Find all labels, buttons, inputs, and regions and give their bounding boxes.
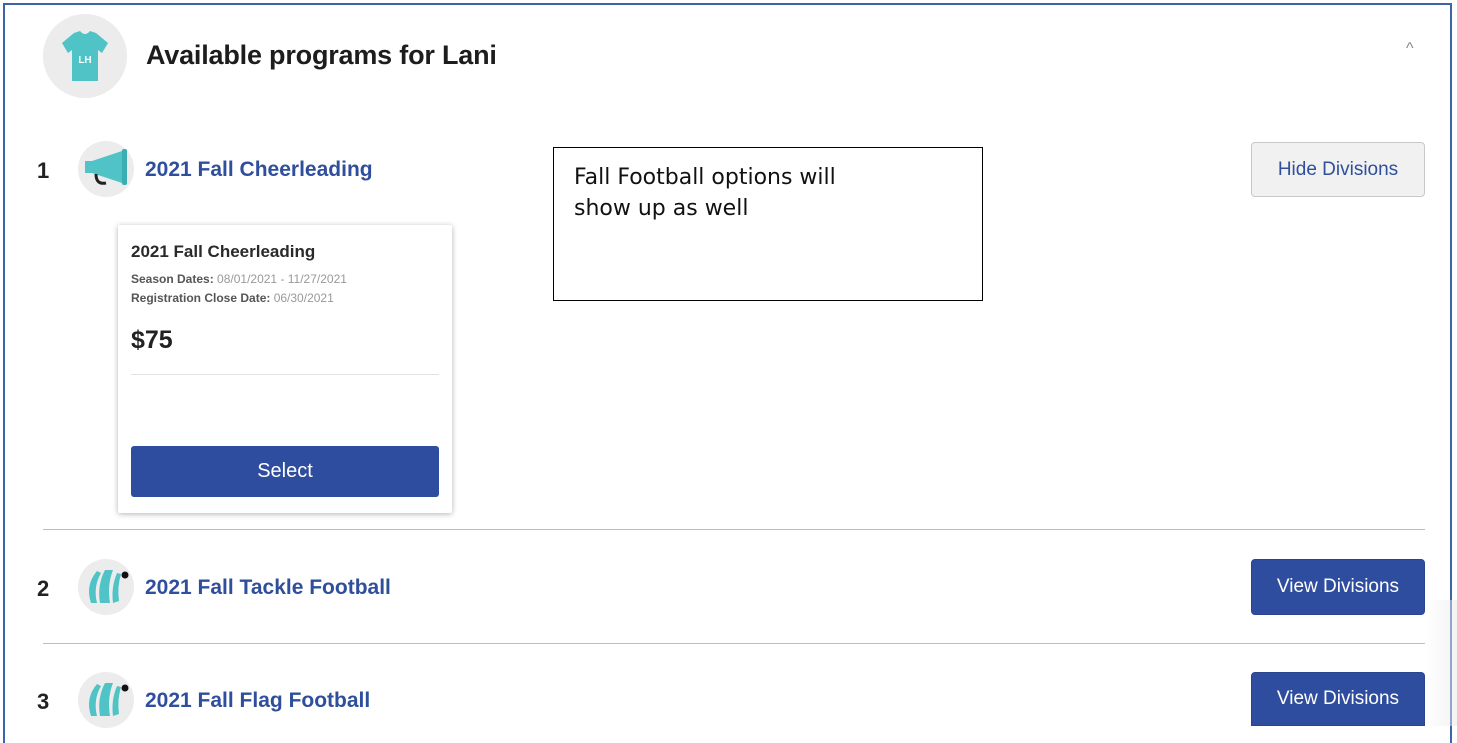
- registration-close-label: Registration Close Date:: [131, 291, 271, 305]
- scroll-edge-shadow: [1425, 600, 1457, 726]
- football-icon: [78, 559, 134, 615]
- season-dates-value: 08/01/2021 - 11/27/2021: [217, 272, 347, 286]
- row-divider: [43, 529, 1425, 530]
- program-number: 2: [37, 576, 50, 601]
- program-link-flag-football[interactable]: 2021 Fall Flag Football: [145, 689, 370, 713]
- annotation-line-1: Fall Football options will: [574, 165, 836, 190]
- program-link-cheerleading[interactable]: 2021 Fall Cheerleading: [145, 158, 373, 182]
- annotation-callout: Fall Football options will show up as we…: [553, 147, 983, 301]
- registration-close-date: Registration Close Date: 06/30/2021: [131, 291, 334, 305]
- jersey-icon: LH: [62, 31, 108, 81]
- registration-close-value: 06/30/2021: [273, 291, 334, 305]
- select-button[interactable]: Select: [131, 446, 439, 497]
- view-divisions-button[interactable]: View Divisions: [1251, 672, 1425, 726]
- division-price: $75: [131, 326, 173, 354]
- program-link-tackle-football[interactable]: 2021 Fall Tackle Football: [145, 576, 391, 600]
- season-dates: Season Dates: 08/01/2021 - 11/27/2021: [131, 272, 347, 286]
- program-number: 1: [37, 158, 50, 183]
- player-avatar: LH: [43, 14, 127, 98]
- card-divider: [131, 374, 439, 375]
- division-title: 2021 Fall Cheerleading: [131, 242, 316, 261]
- megaphone-icon: [78, 141, 134, 197]
- chevron-up-icon[interactable]: ^: [1406, 40, 1414, 58]
- view-divisions-button[interactable]: View Divisions: [1251, 559, 1425, 615]
- hide-divisions-button[interactable]: Hide Divisions: [1251, 142, 1425, 197]
- football-icon: [78, 672, 134, 728]
- division-card: 2021 Fall Cheerleading Season Dates: 08/…: [118, 225, 452, 513]
- page-title: Available programs for Lani: [146, 40, 497, 70]
- avatar-initials: LH: [78, 55, 91, 66]
- season-dates-label: Season Dates:: [131, 272, 214, 286]
- row-divider: [43, 643, 1425, 644]
- program-number: 3: [37, 689, 50, 714]
- annotation-line-2: show up as well: [574, 196, 749, 221]
